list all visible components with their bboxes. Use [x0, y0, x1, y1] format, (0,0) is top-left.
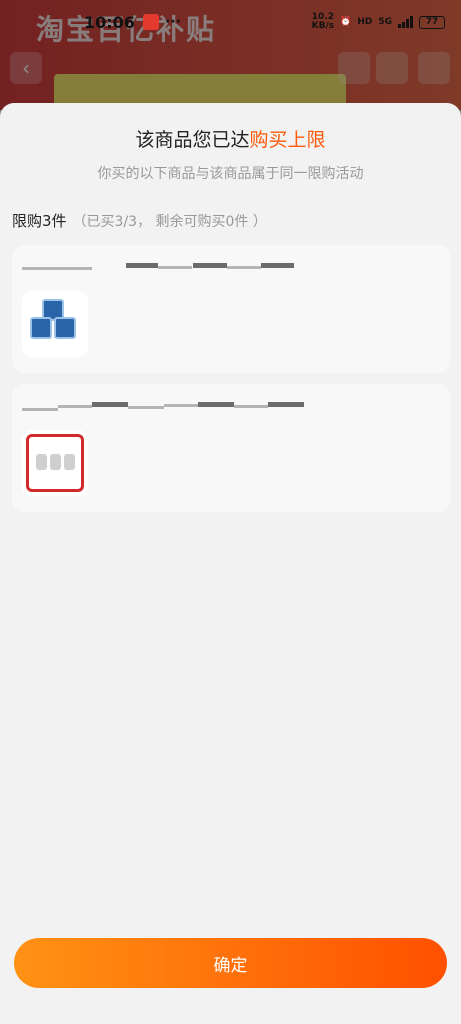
limit-label: 限购3件 [12, 212, 67, 230]
status-bar: 10:06 ··· 10.2 KB/s ⏰ HD 5G 77 [0, 0, 461, 44]
product-card[interactable] [12, 245, 450, 373]
limit-detail: （已买3/3， 剩余可购买0件 ） [72, 214, 267, 230]
more-notifications-icon: ··· [164, 14, 181, 30]
appliance-product-image [22, 430, 88, 496]
sheet-title: 该商品您已达购买上限 [0, 125, 461, 152]
battery-icon: 77 [419, 15, 445, 29]
product-card[interactable] [12, 384, 450, 512]
status-time: 10:06 [84, 12, 135, 32]
sheet-subtitle: 你买的以下商品与该商品属于同一限购活动 [97, 166, 364, 182]
confirm-button[interactable]: 确定 [14, 938, 447, 988]
purchase-limit-sheet: 该商品您已达购买上限 你买的以下商品与该商品属于同一限购活动 限购3件 （已买3/… [0, 103, 461, 1024]
alarm-off-icon: ⏰ [340, 17, 352, 27]
signal-icon [398, 16, 413, 28]
sheet-title-highlight: 购买上限 [249, 129, 326, 151]
notification-icon [142, 14, 159, 30]
network-type: 5G [378, 17, 392, 27]
sheet-title-prefix: 该商品您已达 [135, 129, 250, 151]
product-title-redacted [22, 257, 312, 273]
limit-row: 限购3件 （已买3/3， 剩余可购买0件 ） [12, 210, 267, 231]
status-indicators: 10.2 KB/s ⏰ HD 5G 77 [312, 13, 445, 31]
hd-icon: HD [357, 17, 373, 27]
paper-towel-product-image [22, 291, 88, 357]
product-title-redacted [22, 396, 312, 412]
net-speed: 10.2 KB/s [311, 12, 335, 31]
